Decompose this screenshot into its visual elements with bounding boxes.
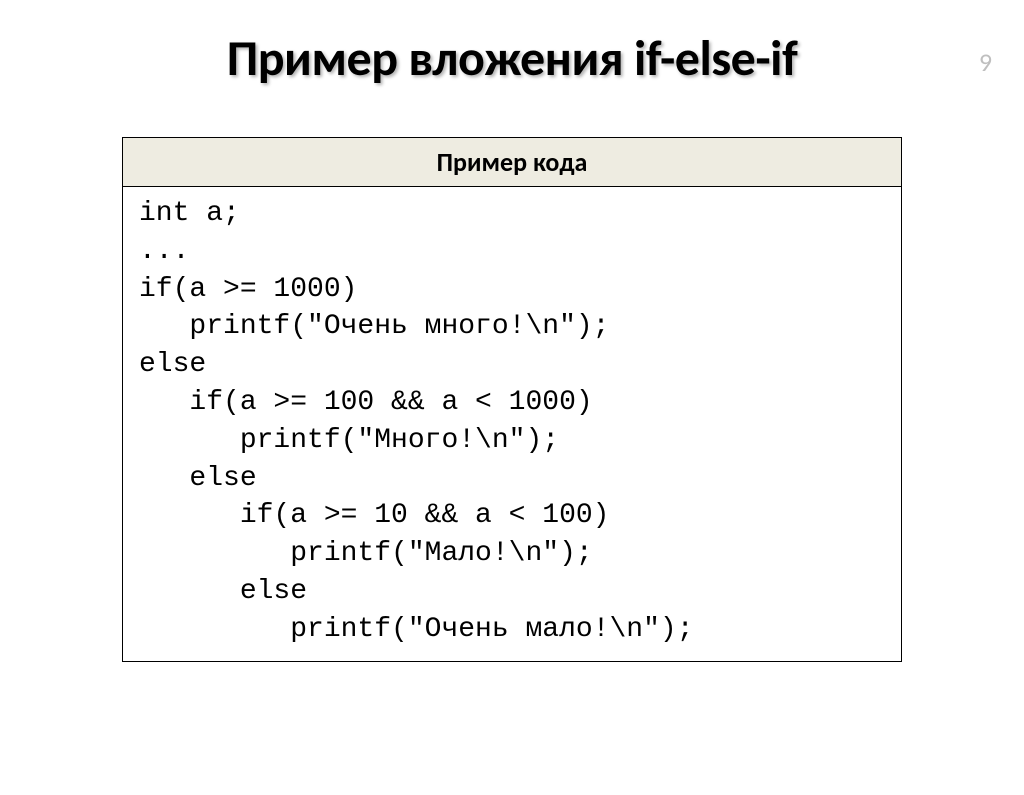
code-example-table: Пример кода int a; ... if(a >= 1000) pri… [122, 137, 902, 662]
table-header: Пример кода [123, 138, 902, 187]
code-block: int a; ... if(a >= 1000) printf("Очень м… [139, 195, 885, 649]
slide-title: Пример вложения if-else-if [0, 28, 1024, 89]
table-body-cell: int a; ... if(a >= 1000) printf("Очень м… [123, 187, 902, 662]
page-number: 9 [979, 46, 992, 78]
